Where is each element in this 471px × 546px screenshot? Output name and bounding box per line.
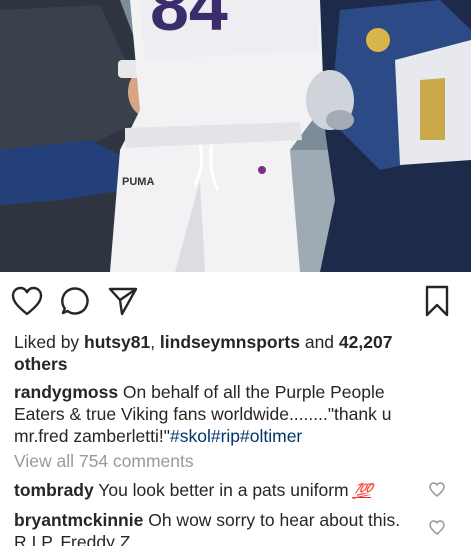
small-heart-icon bbox=[429, 520, 445, 535]
view-all-comments-link[interactable]: View all 754 comments bbox=[14, 450, 194, 472]
likes-summary: Liked by hutsy81, lindseymnsports and 42… bbox=[14, 331, 424, 375]
comment-text: You look better in a pats uniform bbox=[93, 480, 354, 500]
caption-username[interactable]: randygmoss bbox=[14, 382, 118, 402]
hundred-points-emoji: 💯 bbox=[352, 483, 374, 500]
comment-bubble-icon bbox=[60, 286, 90, 316]
post-actions bbox=[0, 284, 471, 324]
comment-button[interactable] bbox=[58, 284, 92, 318]
like-button[interactable] bbox=[10, 284, 44, 318]
heart-outline-icon bbox=[11, 286, 43, 316]
likes-separator: , bbox=[150, 332, 160, 352]
likes-count[interactable]: 42,207 bbox=[339, 332, 393, 352]
puma-logo: PUMA bbox=[122, 176, 154, 188]
share-button[interactable] bbox=[106, 284, 140, 318]
save-button[interactable] bbox=[420, 284, 454, 318]
likes-suffix[interactable]: others bbox=[14, 354, 67, 374]
comment-item: tombrady You look better in a pats unifo… bbox=[14, 479, 414, 503]
comment-username[interactable]: bryantmckinnie bbox=[14, 510, 143, 530]
post-caption: randygmoss On behalf of all the Purple P… bbox=[14, 381, 424, 447]
liker-username-1[interactable]: hutsy81 bbox=[84, 332, 150, 352]
small-heart-icon bbox=[429, 482, 445, 497]
jersey-number: 84 bbox=[150, 0, 228, 45]
comment-item: bryantmckinnie Oh wow sorry to hear abou… bbox=[14, 509, 414, 546]
likes-prefix: Liked by bbox=[14, 332, 85, 352]
comment-like-button[interactable] bbox=[429, 520, 445, 536]
comment-username[interactable]: tombrady bbox=[14, 480, 94, 500]
post-photo[interactable]: 84 PUMA bbox=[0, 0, 471, 272]
likes-middle: and bbox=[299, 332, 339, 352]
comment-like-button[interactable] bbox=[429, 482, 445, 498]
liker-username-2[interactable]: lindseymnsports bbox=[160, 332, 300, 352]
caption-hashtags[interactable]: #skol#rip#oltimer bbox=[170, 426, 302, 446]
paper-plane-icon bbox=[107, 286, 139, 316]
bookmark-icon bbox=[424, 285, 450, 317]
